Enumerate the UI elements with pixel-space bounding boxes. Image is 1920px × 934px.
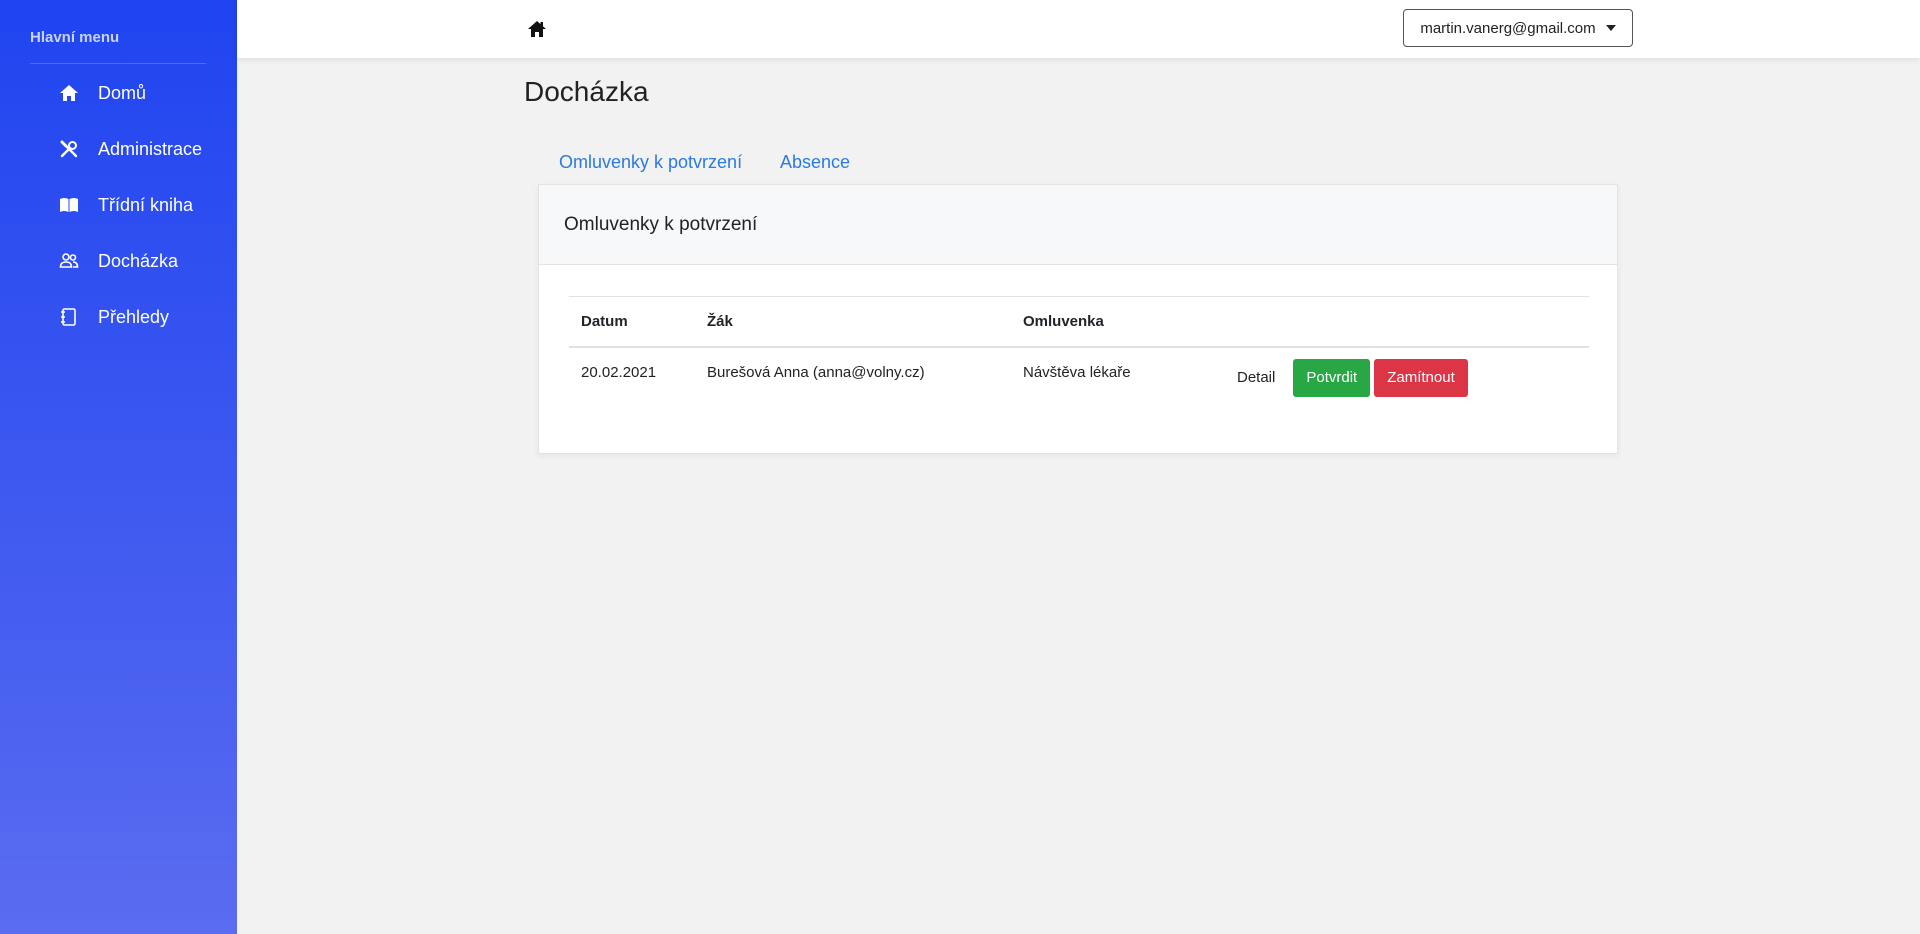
table-row: 20.02.2021 Burešová Anna (anna@volny.cz)… bbox=[569, 347, 1589, 411]
sidebar-item-label: Domů bbox=[98, 82, 147, 103]
home-icon[interactable] bbox=[526, 18, 548, 40]
confirm-button[interactable]: Potvrdit bbox=[1293, 358, 1371, 397]
cell-student: Burešová Anna (anna@volny.cz) bbox=[707, 363, 925, 381]
sidebar-item-label: Přehledy bbox=[98, 306, 170, 327]
card-title: Omluvenky k potvrzení bbox=[539, 185, 1617, 265]
table-header-row: Datum Žák Omluvenka bbox=[569, 296, 1589, 348]
column-header-date: Datum bbox=[569, 296, 695, 348]
caret-down-icon bbox=[1605, 25, 1616, 31]
page-title: Docházka bbox=[524, 76, 649, 107]
tab-omluvenky[interactable]: Omluvenky k potvrzení bbox=[559, 152, 742, 173]
excuses-card: Omluvenky k potvrzení Datum Žák Omluvenk… bbox=[538, 184, 1618, 454]
sidebar-item-domu[interactable]: Domů bbox=[58, 76, 146, 110]
cell-date: 20.02.2021 bbox=[581, 363, 657, 381]
sidebar-item-tridni-kniha[interactable]: Třídní kniha bbox=[58, 188, 193, 222]
tools-icon bbox=[58, 138, 80, 160]
sidebar-item-dochazka[interactable]: Docházka bbox=[58, 244, 178, 278]
tab-absence[interactable]: Absence bbox=[780, 152, 850, 173]
excuses-table: Datum Žák Omluvenka 20.02.2021 Burešová … bbox=[569, 296, 1589, 411]
book-icon bbox=[58, 194, 80, 216]
sidebar-heading: Hlavní menu bbox=[30, 29, 120, 46]
sidebar-item-label: Administrace bbox=[98, 138, 203, 159]
home-icon bbox=[58, 82, 80, 104]
users-icon bbox=[58, 250, 80, 272]
column-header-excuse: Omluvenka bbox=[1011, 296, 1211, 348]
sidebar-item-label: Třídní kniha bbox=[98, 194, 194, 215]
cell-actions: Detail Potvrdit Zamítnout bbox=[1211, 347, 1589, 411]
user-email: martin.vanerg@gmail.com bbox=[1420, 19, 1596, 37]
topbar: martin.vanerg@gmail.com bbox=[237, 0, 1920, 58]
sidebar-item-administrace[interactable]: Administrace bbox=[58, 132, 202, 166]
cell-excuse: Návštěva lékaře bbox=[1023, 363, 1131, 381]
column-header-student: Žák bbox=[695, 296, 1011, 348]
sidebar-item-label: Docházka bbox=[98, 250, 179, 271]
detail-button[interactable]: Detail bbox=[1223, 361, 1289, 394]
user-menu-dropdown[interactable]: martin.vanerg@gmail.com bbox=[1403, 9, 1633, 47]
reject-button[interactable]: Zamítnout bbox=[1374, 358, 1468, 397]
sidebar-divider bbox=[30, 63, 206, 64]
sidebar: Hlavní menu Domů Administrace Třídní kni… bbox=[0, 0, 237, 934]
notebook-icon bbox=[58, 306, 80, 328]
sidebar-item-prehledy[interactable]: Přehledy bbox=[58, 300, 169, 334]
column-header-actions bbox=[1211, 296, 1589, 348]
